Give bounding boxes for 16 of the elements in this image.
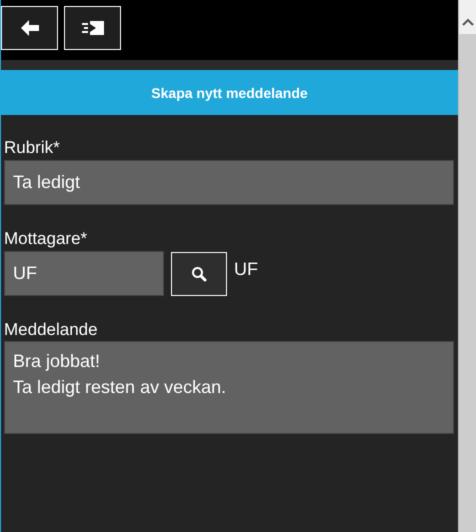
scroll-up-icon[interactable] [462, 18, 474, 26]
scrollbar[interactable] [458, 0, 476, 532]
search-button[interactable] [171, 252, 227, 296]
recipient-name: UF [234, 259, 258, 280]
search-icon [191, 266, 207, 282]
field-label: Mottagare* [4, 229, 88, 249]
send-envelope-icon [82, 21, 104, 35]
send-button[interactable] [64, 6, 121, 50]
message-field[interactable]: Bra jobbat! Ta ledigt resten av veckan. [4, 341, 454, 434]
field-label: Meddelande [4, 320, 99, 340]
back-button[interactable] [1, 6, 58, 50]
field-label: Rubrik* [4, 138, 61, 158]
page-title: Skapa nytt meddelande [151, 84, 308, 100]
recipient-field[interactable]: UF [4, 251, 164, 296]
back-arrow-icon [20, 20, 38, 36]
subject-field[interactable]: Ta ledigt [4, 160, 454, 205]
